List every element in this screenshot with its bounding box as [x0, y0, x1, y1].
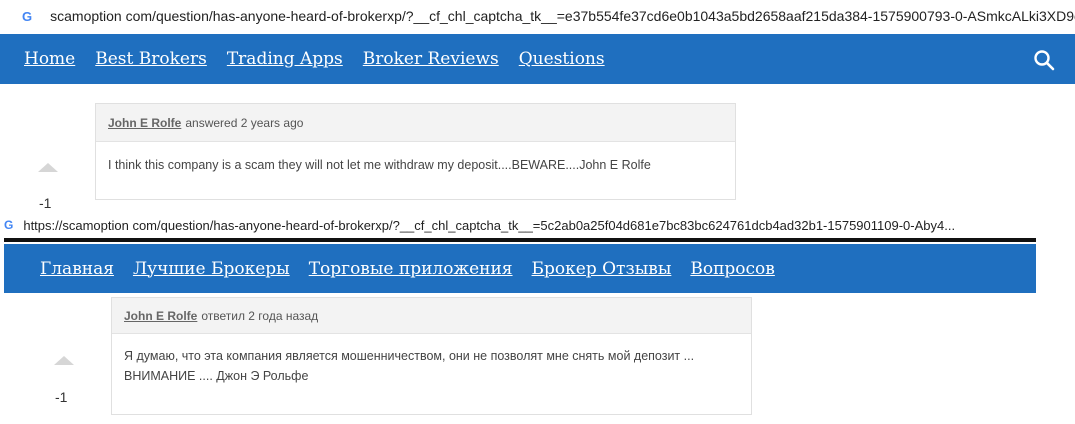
- answer-text: I think this company is a scam they will…: [108, 158, 651, 172]
- url-text[interactable]: scamoption com/question/has-anyone-heard…: [50, 8, 1075, 24]
- search-icon[interactable]: [1033, 49, 1055, 71]
- divider: [4, 238, 1036, 242]
- author-link-2[interactable]: John E Rolfe: [124, 309, 197, 323]
- upvote-arrow-icon[interactable]: [54, 356, 74, 365]
- nav-questions-link-ru[interactable]: Вопросов: [690, 259, 775, 279]
- vote-count-2: -1: [55, 389, 68, 405]
- answer-header-2: John E Rolfe ответил 2 года назад: [112, 298, 751, 334]
- address-bar-2[interactable]: G https://scamoption com/question/has-an…: [0, 212, 1036, 238]
- answer-meta: answered 2 years ago: [185, 115, 304, 130]
- answer-card-2: John E Rolfe ответил 2 года назад Я дума…: [111, 297, 752, 415]
- nav-broker-reviews-link[interactable]: Broker Reviews: [363, 49, 499, 69]
- google-g-icon: G: [4, 218, 14, 232]
- vote-count: -1: [39, 195, 52, 211]
- nav-trading-apps-link[interactable]: Trading Apps: [227, 49, 343, 69]
- author-link[interactable]: John E Rolfe: [108, 116, 181, 130]
- nav-home-link[interactable]: Home: [24, 49, 75, 69]
- nav-questions-link[interactable]: Questions: [519, 49, 605, 69]
- answer-meta-2: ответил 2 года назад: [201, 308, 319, 323]
- answer-card: John E Rolfe answered 2 years ago I thin…: [95, 103, 736, 200]
- url-text-2[interactable]: https://scamoption com/question/has-anyo…: [23, 218, 955, 233]
- nav-best-brokers-link[interactable]: Best Brokers: [95, 49, 207, 69]
- nav-trading-apps-link-ru[interactable]: Торговые приложения: [309, 259, 513, 279]
- main-nav-2: Главная Лучшие Брокеры Торговые приложен…: [4, 244, 1036, 293]
- nav-home-link-ru[interactable]: Главная: [40, 259, 114, 279]
- nav-best-brokers-link-ru[interactable]: Лучшие Брокеры: [133, 259, 290, 279]
- answer-text-2: Я думаю, что эта компания является мошен…: [124, 349, 695, 383]
- upvote-arrow-icon[interactable]: [38, 163, 58, 172]
- nav-broker-reviews-link-ru[interactable]: Брокер Отзывы: [532, 259, 672, 279]
- google-g-icon: G: [22, 8, 33, 24]
- answer-header: John E Rolfe answered 2 years ago: [96, 104, 735, 142]
- address-bar[interactable]: G scamoption com/question/has-anyone-hea…: [0, 0, 1075, 32]
- main-nav: Home Best Brokers Trading Apps Broker Re…: [0, 34, 1075, 84]
